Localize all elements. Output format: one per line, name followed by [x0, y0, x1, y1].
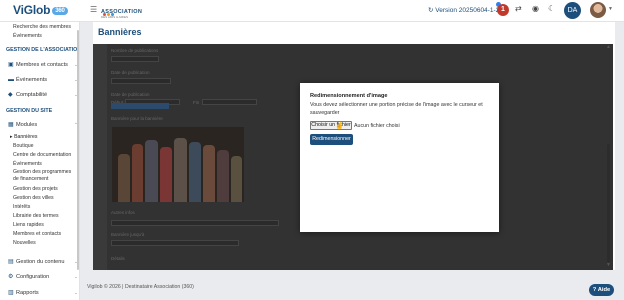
org-avatar[interactable]: DA — [564, 2, 581, 19]
file-status-text: Aucun fichier choisi — [354, 123, 400, 129]
logo-badge: 360 — [52, 7, 68, 15]
form-label: Bannière pour la bannière — [111, 116, 163, 121]
sidebar-item-configuration[interactable]: ⚙ Configuration ⌄ — [8, 272, 79, 282]
sidebar-scrollbar[interactable] — [77, 30, 79, 270]
sidebar-item-rapports[interactable]: ▥ Rapports ⌄ — [8, 288, 79, 298]
sidebar-item-label: Événements — [16, 77, 48, 83]
content-icon: ▤ — [8, 259, 14, 265]
resize-button[interactable]: Redimensionner — [310, 134, 353, 145]
chart-icon: ▥ — [8, 290, 14, 296]
version-label[interactable]: ↻ Version 20250604-1-2 — [428, 6, 499, 14]
sidebar-item-comptabilite[interactable]: ◆ Comptabilité ⌄ — [8, 90, 79, 100]
selected-option-dimmed — [111, 103, 169, 109]
sidebar-item-label: Modules — [16, 122, 38, 128]
menu-toggle-icon[interactable]: ☰ — [90, 5, 97, 14]
scroll-down-icon[interactable]: ▼ — [606, 262, 611, 268]
form-label: Nombre de publications — [111, 48, 159, 53]
sidebar-item-label: Membres et contacts — [16, 62, 68, 68]
help-label: Aide — [597, 287, 611, 293]
grid-icon: ▦ — [8, 122, 14, 128]
top-bar: ViGlob 360 ☰ ASSOCIATION DES AMIS & AMIES… — [0, 0, 624, 22]
content-scrollbar[interactable]: ▲ ▼ — [605, 44, 611, 270]
chevron-down-icon[interactable]: ▼ — [608, 6, 613, 12]
scroll-up-icon[interactable]: ▲ — [606, 44, 611, 50]
date-end-field — [202, 99, 257, 105]
modal-description: Vous devez sélectionner une portion préc… — [310, 102, 483, 116]
help-icon: ? — [592, 287, 597, 293]
form-label: Autres infos — [111, 210, 135, 215]
section-gestion-site: GESTION DU SITE — [6, 108, 53, 114]
money-icon: ◆ — [8, 92, 13, 98]
form-field — [111, 220, 279, 226]
date-end-label: Fin — [193, 100, 200, 105]
sidebar-item-nouvelles[interactable]: Nouvelles — [13, 238, 79, 248]
form-field — [111, 78, 171, 84]
eye-icon[interactable]: ◉ — [532, 4, 539, 13]
sidebar-item-label: Configuration — [16, 274, 50, 280]
sidebar-item-evenements-module[interactable]: Événements — [13, 159, 79, 169]
form-label: Bannière jusqu'à — [111, 232, 145, 237]
user-avatar[interactable] — [590, 2, 606, 18]
gear-icon: ⚙ — [8, 274, 14, 280]
form-label: Détails — [111, 256, 125, 261]
sidebar-item-label: Rapports — [16, 290, 39, 296]
sidebar-item-membres[interactable]: ▣ Membres et contacts ⌄ — [8, 60, 79, 70]
sidebar-item-label: Gestion du contenu — [16, 259, 65, 265]
resize-image-modal: Redimensionnement d'image Vous devez sél… — [300, 83, 499, 232]
help-button[interactable]: ? Aide — [589, 284, 614, 296]
app-logo[interactable]: ViGlob 360 — [13, 3, 68, 17]
sidebar-item-evenements[interactable]: ▬ Événements ⌄ — [8, 75, 79, 85]
notification-icon[interactable]: 1 — [497, 4, 509, 16]
form-field — [111, 240, 239, 246]
people-icon: ▣ — [8, 62, 14, 68]
association-logo[interactable]: ASSOCIATION DES AMIS & AMIES — [101, 3, 149, 19]
form-label: Date de publication — [111, 70, 150, 75]
sidebar-item-modules[interactable]: ▦ Modules ⌃ — [8, 120, 79, 130]
version-text: Version 20250604-1-2 — [435, 7, 500, 14]
association-subtitle: DES AMIS & AMIES — [101, 15, 129, 19]
mouse-cursor-icon: ☝ — [335, 123, 344, 130]
scrollbar-thumb[interactable] — [607, 144, 610, 262]
section-gestion-association: GESTION DE L'ASSOCIATION — [6, 47, 80, 53]
chevron-down-icon: ⌄ — [74, 290, 78, 295]
switch-icon[interactable]: ⇄ — [515, 4, 522, 13]
sidebar-item-financement[interactable]: Gestion des programmes de financement — [13, 169, 77, 185]
form-field — [111, 56, 159, 62]
choose-file-button[interactable]: Choisir un fichier — [310, 121, 352, 130]
logo-text: ViGlob — [13, 3, 51, 17]
sidebar-item-label: Bannières — [14, 134, 38, 140]
footer-text: Vigilob © 2026 | Destinataire Associatio… — [87, 284, 194, 290]
folder-icon: ▬ — [8, 77, 14, 83]
banner-image-dimmed — [112, 127, 244, 202]
form-label: Date de publication — [111, 92, 150, 97]
sidebar-item-contenu[interactable]: ▤ Gestion du contenu ⌄ — [8, 257, 79, 267]
sidebar-item-label: Comptabilité — [16, 92, 48, 98]
active-indicator-icon: ▸ — [10, 134, 13, 140]
chevron-down-icon: ⌄ — [74, 274, 78, 279]
sidebar: Recherche des membres Événements GESTION… — [0, 22, 80, 300]
modal-title: Redimensionnement d'image — [310, 93, 388, 99]
sidebar-item-evenements-top[interactable]: Événements — [13, 31, 79, 41]
page-title: Bannières — [98, 27, 142, 37]
moon-icon[interactable]: ☾ — [548, 4, 555, 13]
